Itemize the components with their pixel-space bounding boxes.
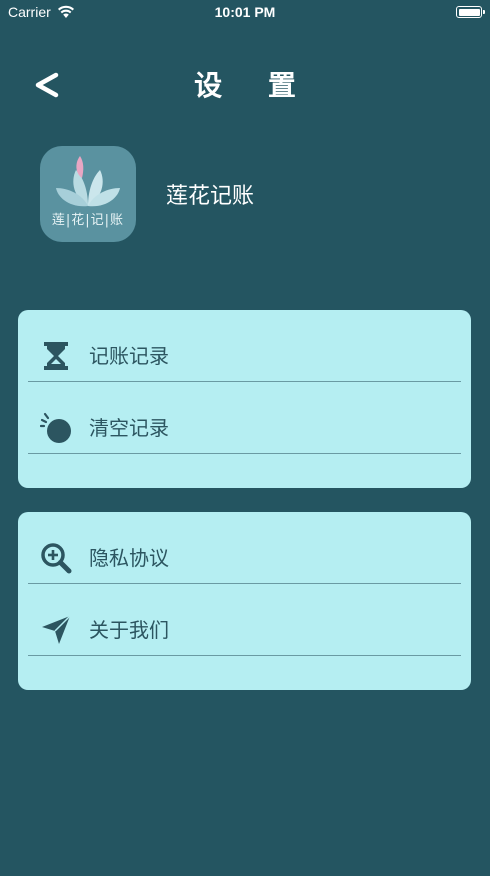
menu-item-label: 关于我们 <box>89 618 169 642</box>
settings-card-info: 隐私协议 关于我们 <box>18 512 471 690</box>
settings-card-records: 记账记录 清空记录 <box>18 310 471 488</box>
app-logo: 莲|花|记|账 <box>40 146 136 242</box>
paper-plane-icon <box>42 615 71 644</box>
zoom-in-icon <box>41 543 72 574</box>
menu-item-clear-records[interactable]: 清空记录 <box>28 382 461 454</box>
clear-timer-icon <box>40 412 71 443</box>
hourglass-icon <box>44 342 68 370</box>
menu-item-privacy[interactable]: 隐私协议 <box>28 512 461 584</box>
battery-icon <box>456 6 485 18</box>
app-name: 莲花记账 <box>166 184 255 209</box>
status-bar: Carrier 10:01 PM <box>0 0 490 26</box>
menu-item-records[interactable]: 记账记录 <box>28 310 461 382</box>
menu-item-label: 清空记录 <box>89 416 169 440</box>
menu-item-about[interactable]: 关于我们 <box>28 584 461 656</box>
page-title: 设 置 <box>194 69 314 102</box>
menu-item-label: 记账记录 <box>89 344 169 368</box>
status-time: 10:01 PM <box>214 4 276 20</box>
menu-item-label: 隐私协议 <box>89 546 169 570</box>
logo-text: 莲|花|记|账 <box>51 213 125 228</box>
